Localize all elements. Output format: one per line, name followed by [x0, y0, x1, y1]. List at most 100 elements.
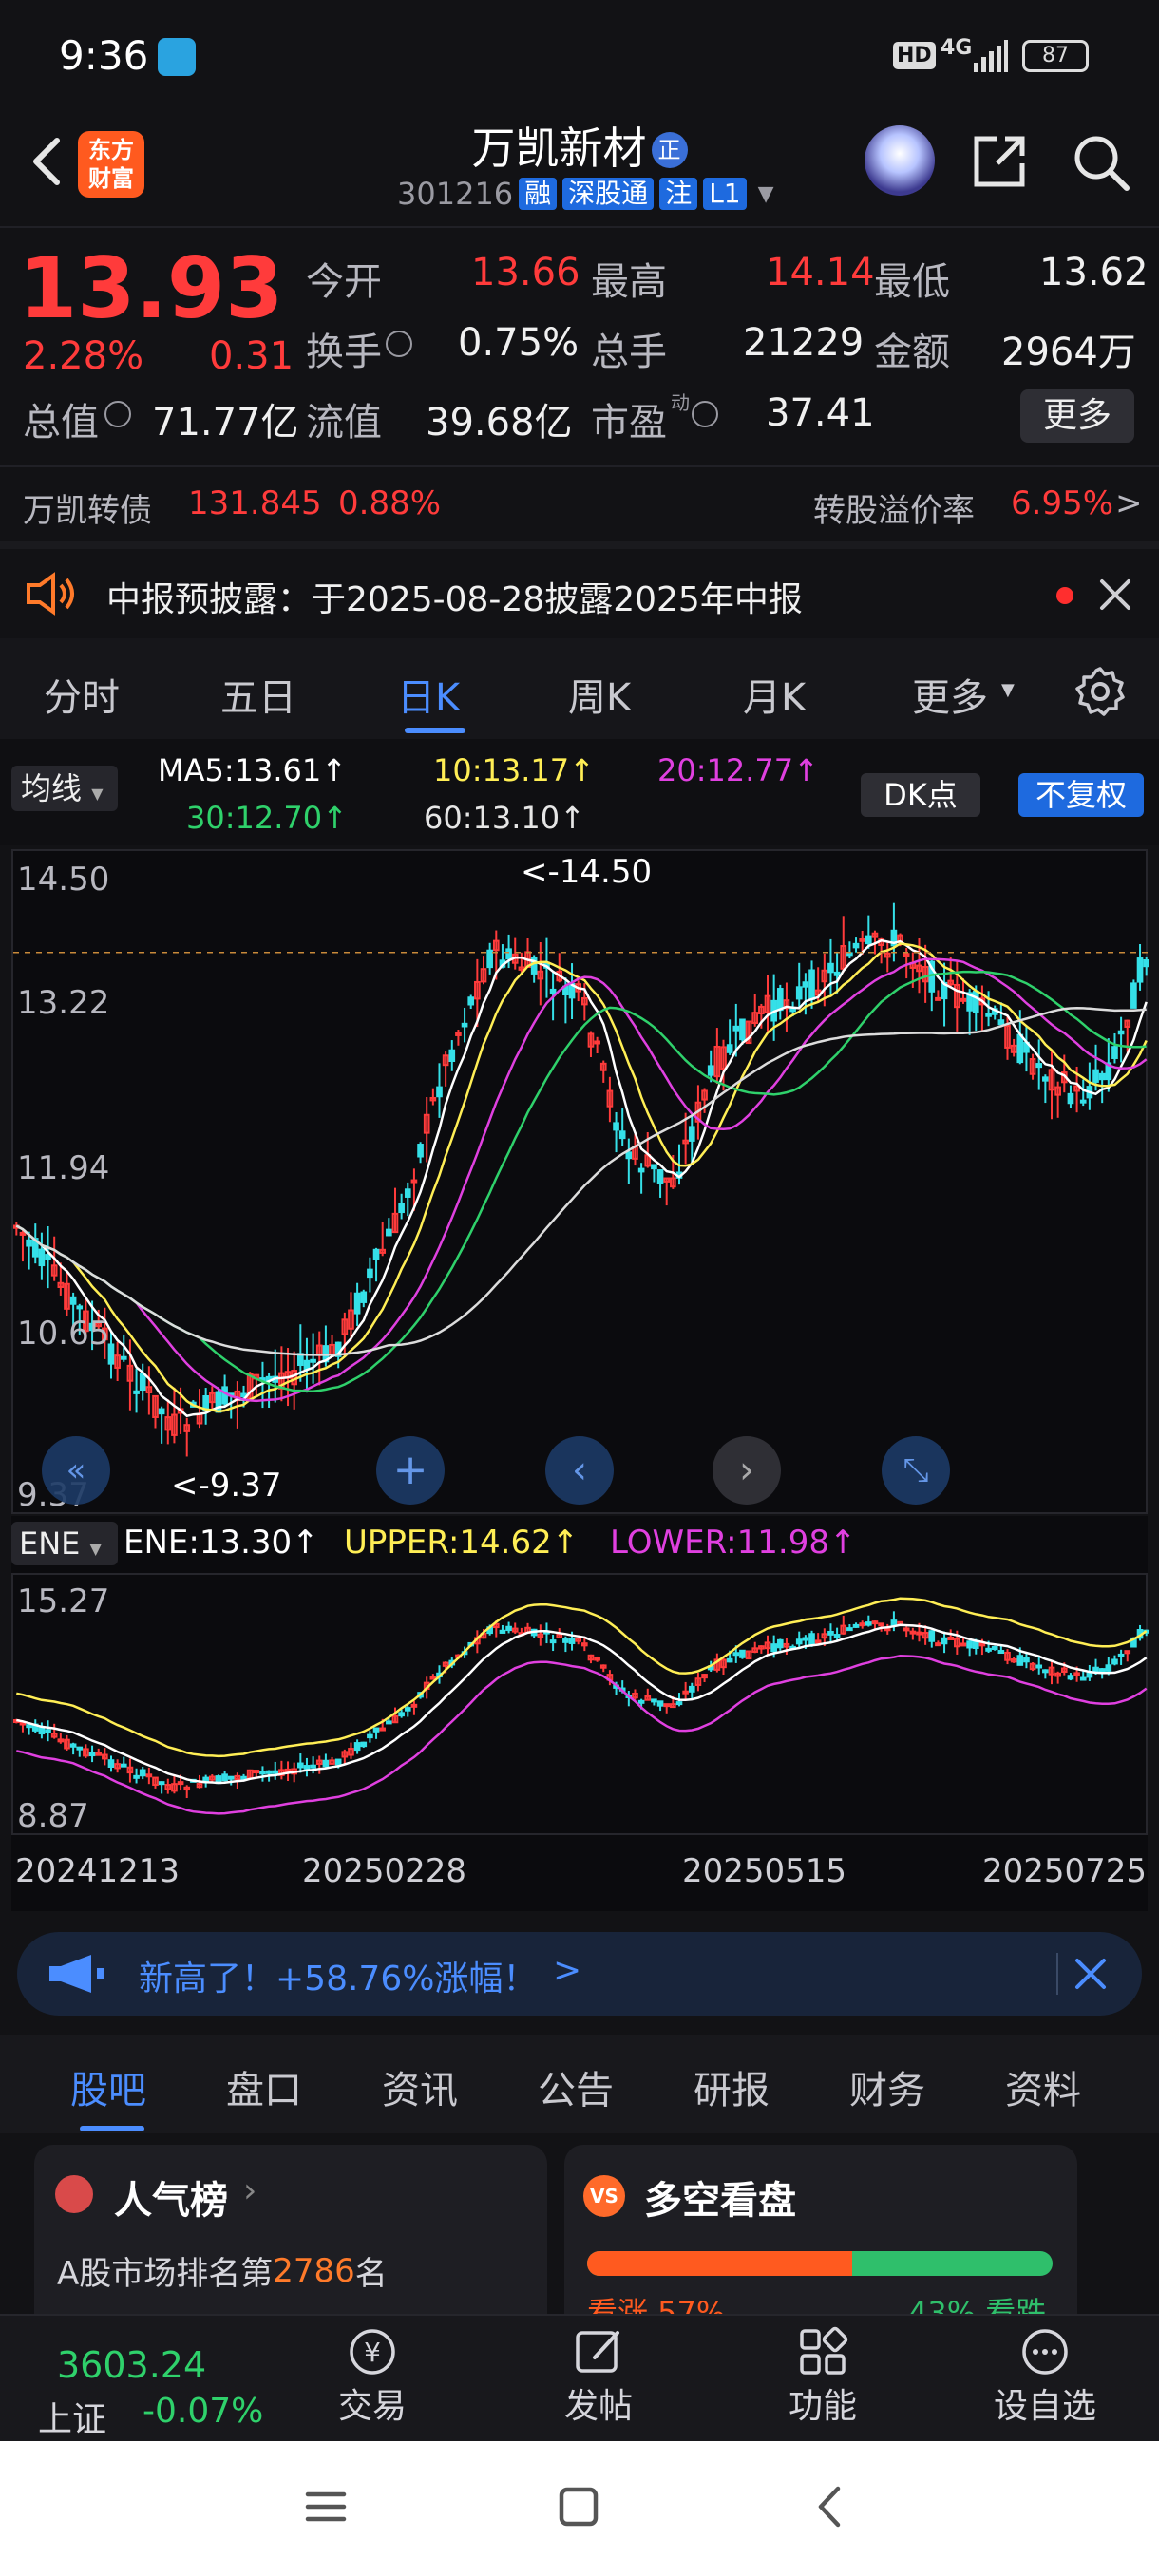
fullscreen-button[interactable]: ⤡: [882, 1436, 950, 1505]
turnover-value: 0.75%: [458, 321, 580, 365]
pe-superscript: 动: [671, 391, 690, 414]
candle-body: [1130, 982, 1137, 1009]
tab-daily-k[interactable]: 日K: [397, 667, 460, 722]
close-icon[interactable]: [1072, 1955, 1110, 1993]
tab-more[interactable]: 更多: [912, 667, 988, 722]
unread-dot: [1056, 587, 1074, 604]
stock-code: 301216: [397, 176, 514, 212]
zheng-badge: 正: [651, 132, 688, 168]
kline-chart[interactable]: 14.50 13.22 11.94 10.65 9.37 <-14.50 <-9…: [11, 849, 1150, 1514]
app-logo[interactable]: 东方财富: [78, 131, 144, 198]
candle-body: [227, 1775, 235, 1780]
candle-body: [960, 1642, 967, 1647]
tab-profile[interactable]: 资料: [1005, 2059, 1081, 2114]
ene-chart[interactable]: 15.27 8.87: [11, 1573, 1150, 1835]
zoom-in-button[interactable]: +: [376, 1436, 445, 1505]
stock-title[interactable]: 万凯新材 正: [361, 114, 798, 177]
gear-icon[interactable]: [1074, 665, 1127, 718]
search-icon[interactable]: [1070, 131, 1130, 192]
upper-band-line: [16, 1597, 1148, 1758]
candle-body: [322, 1759, 330, 1768]
candle-body: [1098, 1072, 1106, 1081]
tab-finance[interactable]: 财务: [849, 2059, 925, 2114]
back-nav-icon[interactable]: [808, 2483, 855, 2530]
tag-shengutong: 深股通: [562, 178, 655, 210]
info-icon[interactable]: [386, 331, 412, 357]
rewind-button[interactable]: «: [42, 1436, 110, 1505]
tab-weekly-k[interactable]: 周K: [568, 667, 631, 722]
back-icon[interactable]: [19, 131, 76, 188]
tab-five-day[interactable]: 五日: [220, 667, 296, 722]
system-nav-bar: [0, 2441, 1159, 2576]
candle-body: [88, 1752, 96, 1757]
stock-code-row[interactable]: 301216 融 深股通 注 L1 ▼: [397, 175, 774, 213]
active-tab-indicator: [80, 2126, 144, 2131]
close-icon[interactable]: [1096, 576, 1134, 614]
tab-intraday[interactable]: 分时: [44, 667, 120, 722]
candle-body: [505, 1625, 512, 1632]
candle-body: [95, 1752, 103, 1756]
candle-body: [303, 1765, 311, 1770]
bull-bear-card[interactable]: VS 多空看盘 看涨 57% 43% 看跌: [564, 2145, 1077, 2314]
menu-icon[interactable]: [302, 2483, 350, 2530]
info-icon[interactable]: [692, 401, 718, 427]
chevron-down-icon[interactable]: ▼: [758, 182, 774, 206]
dk-button[interactable]: DK点: [861, 773, 980, 817]
tab-announcements[interactable]: 公告: [538, 2059, 614, 2114]
vs-icon: VS: [583, 2175, 625, 2217]
tab-research[interactable]: 研报: [694, 2059, 770, 2114]
candle-body: [770, 1643, 777, 1653]
candle-body: [562, 1638, 569, 1643]
candle-body: [133, 1390, 140, 1394]
no-adjust-button[interactable]: 不复权: [1018, 773, 1144, 817]
nav-trade[interactable]: ¥ 交易: [287, 2325, 458, 2428]
robot-assistant-icon[interactable]: [864, 125, 935, 196]
tab-pankou[interactable]: 盘口: [226, 2059, 302, 2114]
share-icon[interactable]: [969, 131, 1030, 192]
candle-body: [76, 1305, 84, 1310]
nav-add-watchlist[interactable]: 设自选: [960, 2325, 1130, 2428]
candle-body: [120, 1763, 127, 1768]
home-icon[interactable]: [555, 2483, 602, 2530]
nav-post-label: 发帖: [563, 2387, 633, 2426]
nav-functions[interactable]: 功能: [737, 2325, 908, 2428]
tab-news[interactable]: 资讯: [382, 2059, 458, 2114]
ma30-line: [15, 970, 1147, 1392]
candle-body: [467, 996, 475, 1006]
ma-selector[interactable]: 均线 ▼: [11, 766, 118, 811]
pan-left-button[interactable]: ‹: [545, 1436, 614, 1505]
nav-post[interactable]: 发帖: [513, 2325, 684, 2428]
status-time: 9:36: [59, 32, 149, 79]
more-button[interactable]: 更多: [1020, 389, 1134, 443]
candle-body: [253, 1770, 260, 1774]
convertible-bond-row[interactable]: 万凯转债 131.845 0.88% 转股溢价率 6.95% >: [0, 467, 1159, 541]
cards-area: 人气榜 › A股市场排名第 2786 名 VS 多空看盘 看涨 57% 43% …: [0, 2133, 1159, 2314]
candle-body: [455, 1032, 462, 1036]
notice-bar[interactable]: 中报预披露：于2025-08-28披露2025年中报: [0, 549, 1159, 638]
pan-right-button[interactable]: ›: [712, 1436, 781, 1505]
hd-icon: HD: [893, 42, 936, 69]
candle-body: [221, 1773, 228, 1782]
tag-zhu: 注: [659, 178, 698, 210]
candle-body: [417, 1144, 424, 1158]
candle-body: [688, 1685, 695, 1693]
candle-body: [846, 1627, 853, 1632]
tab-guba[interactable]: 股吧: [70, 2059, 146, 2114]
content-tabs: 股吧 盘口 资讯 公告 研报 财务 资料: [0, 2035, 1159, 2133]
tab-monthly-k[interactable]: 月K: [743, 667, 806, 722]
new-high-banner[interactable]: 新高了！+58.76%涨幅！ >: [17, 1932, 1142, 2016]
candle-body: [625, 1151, 633, 1160]
index-quote[interactable]: 3603.24 上证 -0.07%: [19, 2323, 285, 2439]
candle-body: [985, 1647, 992, 1652]
info-icon[interactable]: [104, 401, 131, 427]
status-bar: 9:36 HD 4G 87: [0, 0, 1159, 112]
popularity-card[interactable]: 人气榜 › A股市场排名第 2786 名: [34, 2145, 547, 2314]
candle-body: [833, 1634, 841, 1638]
candle-body: [139, 1373, 146, 1392]
candle-body: [158, 1781, 165, 1786]
edit-icon: [572, 2325, 625, 2378]
candle-body: [57, 1738, 65, 1743]
ene-selector[interactable]: ENE ▼: [11, 1522, 118, 1565]
candle-body: [909, 1630, 917, 1635]
candle-body: [1074, 1672, 1080, 1676]
